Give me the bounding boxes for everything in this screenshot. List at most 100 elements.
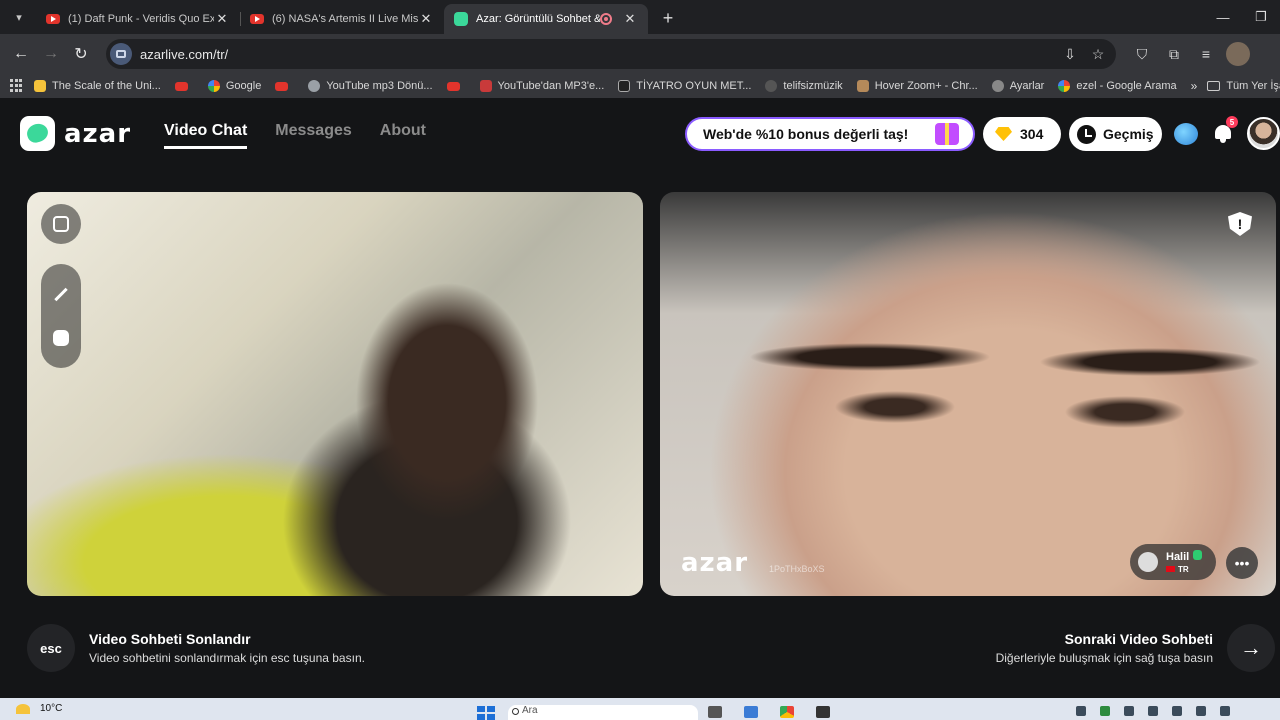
bookmark-item[interactable]: YouTube'dan MP3'e... — [479, 80, 604, 92]
network-icon[interactable] — [1172, 706, 1182, 716]
turkey-flag-icon — [1166, 566, 1175, 572]
photos-icon[interactable] — [744, 706, 758, 718]
verified-icon — [1193, 550, 1203, 560]
bookmark-item[interactable]: Google — [207, 80, 262, 92]
send-message-button[interactable]: ••• — [1226, 547, 1258, 579]
reload-button[interactable]: ↻ — [66, 39, 96, 69]
bookmark-label: Ayarlar — [1009, 80, 1045, 92]
bookmark-item[interactable]: Hover Zoom+ - Chr... — [856, 80, 978, 92]
youtube-icon — [250, 14, 264, 24]
temperature: 10°C — [40, 703, 63, 714]
windows-taskbar: 10°C Ara — [0, 698, 1280, 720]
address-bar[interactable]: azarlive.com/tr/ ⇩ ☆ — [106, 39, 1116, 69]
music-icon — [765, 80, 778, 92]
browser-toolbar: ← → ↻ azarlive.com/tr/ ⇩ ☆ ⛉ ⧉ ≡ — [0, 34, 1280, 74]
nav-about[interactable]: About — [380, 122, 426, 149]
bookmark-item[interactable]: The Scale of the Uni... — [34, 80, 161, 92]
bookmark-yellow-icon — [34, 80, 46, 92]
all-bookmarks-folder[interactable]: Tüm Yer İşar — [1207, 80, 1280, 92]
tab-daft-punk[interactable]: (1) Daft Punk - Veridis Quo Exte ✕ — [36, 4, 240, 34]
esc-button[interactable]: esc — [27, 624, 75, 672]
weather-icon — [16, 703, 30, 714]
minimize-video-button[interactable] — [41, 204, 81, 244]
bookmarks-overflow-icon[interactable]: » — [1191, 79, 1198, 93]
taskbar-search[interactable]: Ara — [508, 705, 698, 720]
tab-close-icon[interactable]: ✕ — [214, 11, 230, 27]
tab-close-icon[interactable]: ✕ — [418, 11, 434, 27]
video-tools — [41, 204, 81, 368]
maximize-icon[interactable]: ❐ — [1242, 9, 1280, 25]
apps-grid-icon[interactable] — [10, 79, 22, 93]
taskbar-apps — [708, 706, 852, 718]
next-chat-button[interactable]: → — [1227, 624, 1275, 672]
bookmark-label: Google — [225, 80, 262, 92]
bookmark-item[interactable] — [275, 81, 294, 91]
magic-wand-button[interactable] — [41, 272, 81, 316]
gear-icon — [991, 80, 1004, 92]
tab-search-icon[interactable]: ▾ — [6, 4, 32, 30]
face-filter-button[interactable] — [41, 316, 81, 360]
new-tab-button[interactable]: + — [654, 4, 682, 32]
url-text[interactable]: azarlive.com/tr/ — [140, 47, 1056, 62]
tray-app-icon[interactable] — [1100, 706, 1110, 716]
task-view-icon[interactable] — [708, 706, 722, 718]
bookmark-item[interactable]: ezel - Google Arama — [1058, 80, 1177, 92]
tray-app-icon[interactable] — [1076, 706, 1086, 716]
bookmark-item[interactable] — [446, 81, 466, 91]
chat-bubble-icon[interactable] — [1174, 123, 1198, 145]
search-icon — [512, 708, 519, 715]
bookmark-item[interactable]: telifsizmüzik — [765, 80, 843, 92]
extension-icon — [856, 80, 869, 92]
nav-messages[interactable]: Messages — [275, 122, 352, 149]
usb-icon[interactable] — [1148, 706, 1158, 716]
shield-extension-icon[interactable]: ⛉ — [1126, 46, 1158, 63]
bookmark-star-icon[interactable]: ☆ — [1084, 46, 1112, 63]
tab-close-icon[interactable]: ✕ — [622, 11, 638, 27]
browser-profile-avatar[interactable] — [1226, 42, 1250, 66]
battery-icon[interactable] — [1220, 706, 1230, 716]
forward-button[interactable]: → — [36, 39, 66, 69]
site-info-icon[interactable] — [110, 43, 132, 65]
recording-icon — [600, 13, 612, 25]
azar-logo-icon — [20, 116, 55, 151]
tab-nasa-artemis[interactable]: (6) NASA's Artemis II Live Missi ✕ — [240, 4, 444, 34]
minimize-icon[interactable]: — — [1204, 10, 1242, 25]
download-icon — [479, 80, 492, 92]
gems-balance-button[interactable]: 304 — [983, 117, 1061, 151]
tab-azar[interactable]: Azar: Görüntülü Sohbet & Y ✕ — [444, 4, 648, 34]
nav-video-chat[interactable]: Video Chat — [164, 122, 248, 149]
bookmark-label: ezel - Google Arama — [1076, 80, 1177, 92]
gems-count: 304 — [1020, 126, 1044, 142]
google-icon — [1058, 80, 1071, 92]
media-controls-icon[interactable]: ≡ — [1190, 46, 1222, 62]
bonus-gems-banner[interactable]: Web'de %10 bonus değerli taş! — [685, 117, 975, 151]
azar-page: azar Video Chat Messages About Web'de %1… — [0, 98, 1280, 698]
end-chat-title: Video Sohbeti Sonlandır — [89, 631, 251, 647]
obs-icon[interactable] — [816, 706, 830, 718]
history-button[interactable]: Geçmiş — [1069, 117, 1162, 151]
bookmarks-bar: The Scale of the Uni... Google YouTube m… — [0, 74, 1280, 98]
bookmark-label: The Scale of the Uni... — [52, 80, 161, 92]
peer-avatar-icon — [1138, 552, 1158, 572]
gift-icon — [935, 123, 959, 145]
user-avatar[interactable] — [1247, 117, 1280, 150]
install-app-icon[interactable]: ⇩ — [1056, 46, 1084, 63]
clock-icon — [1077, 124, 1096, 144]
chrome-icon[interactable] — [780, 706, 794, 718]
azar-watermark: azar — [681, 548, 749, 578]
promo-text: Web'de %10 bonus değerli taş! — [703, 126, 909, 142]
bookmark-item[interactable]: TİYATRO OYUN MET... — [618, 80, 751, 92]
windows-start-icon[interactable] — [477, 706, 495, 720]
bluetooth-icon[interactable] — [1124, 706, 1134, 716]
azar-logo[interactable]: azar — [20, 116, 131, 151]
report-shield-icon[interactable]: ! — [1228, 212, 1252, 236]
local-video — [27, 192, 643, 596]
back-button[interactable]: ← — [6, 39, 36, 69]
weather-widget[interactable]: 10°C — [16, 703, 62, 714]
bookmark-item[interactable] — [174, 81, 194, 91]
volume-icon[interactable] — [1196, 706, 1206, 716]
peer-profile-chip[interactable]: Halil TR — [1130, 544, 1216, 580]
extensions-puzzle-icon[interactable]: ⧉ — [1158, 46, 1190, 63]
bookmark-item[interactable]: YouTube mp3 Dönü... — [308, 80, 433, 92]
bookmark-item[interactable]: Ayarlar — [991, 80, 1045, 92]
